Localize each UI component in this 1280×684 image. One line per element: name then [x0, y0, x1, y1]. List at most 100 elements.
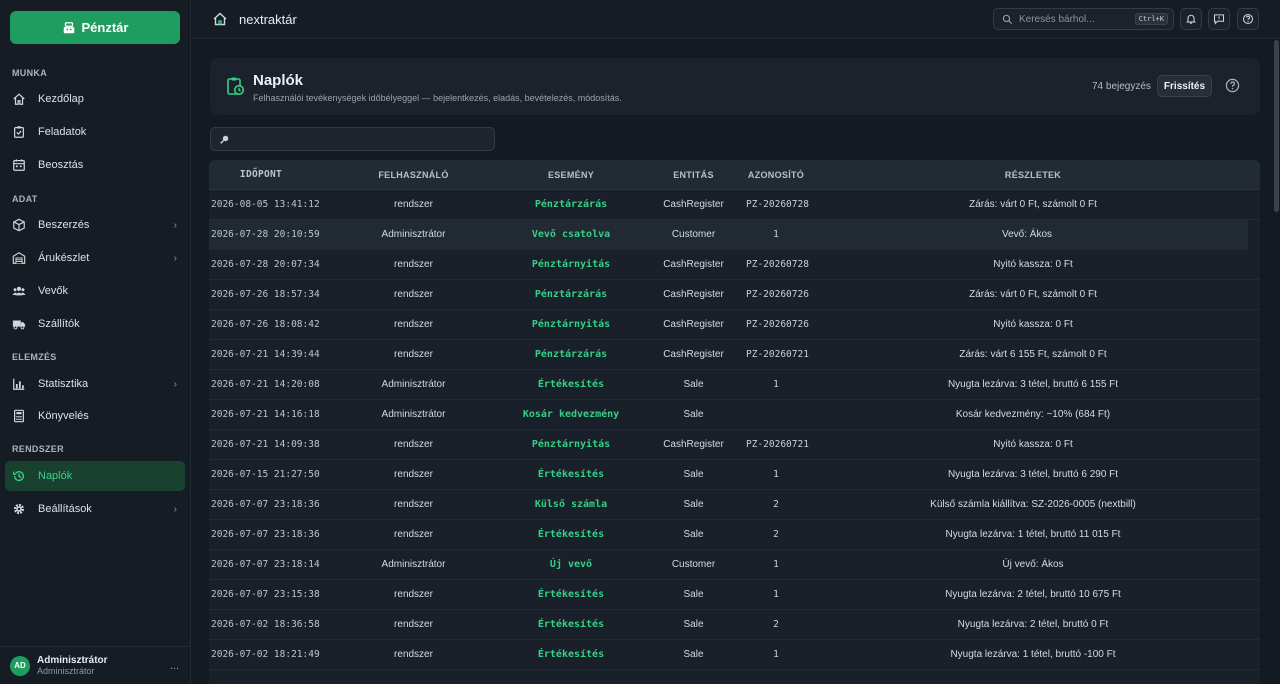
- row-user: rendszer: [394, 619, 433, 630]
- box-icon: [12, 218, 26, 232]
- row-time: 2026-07-26 18:08:42: [211, 319, 320, 330]
- column-header-event[interactable]: ESEMÉNY: [501, 170, 641, 180]
- more-options-icon[interactable]: ...: [170, 660, 179, 672]
- sidebar-item-beszerzes[interactable]: Beszerzés ›: [5, 210, 185, 240]
- row-id: 1: [773, 559, 779, 570]
- row-time: 2026-08-05 13:41:12: [211, 199, 320, 210]
- sidebar-item-beallitasok[interactable]: Beállítások ›: [5, 494, 185, 524]
- row-time: 2026-07-28 20:10:59: [211, 229, 320, 240]
- row-entity: Sale: [683, 469, 704, 480]
- row-details: Zárás: várt 0 Ft, számolt 0 Ft: [969, 289, 1097, 300]
- table-row[interactable]: 2026-07-26 18:57:34 rendszer Pénztárzárás C…: [209, 280, 1260, 310]
- sidebar-item-szallitok[interactable]: Szállítók: [5, 309, 185, 339]
- column-header-entity[interactable]: ENTITÁS: [641, 170, 746, 180]
- row-event: Pénztárnyitás: [531, 319, 611, 330]
- sidebar-item-naplok[interactable]: Naplók: [5, 461, 185, 491]
- row-details: Nyugta lezárva: 2 tétel, bruttó 10 675 F…: [945, 589, 1121, 600]
- log-filter-input[interactable]: [236, 133, 486, 145]
- sidebar-item-beosztas[interactable]: Beosztás: [5, 150, 185, 180]
- row-time: 2026-07-21 14:09:38: [211, 439, 320, 450]
- row-event: Új vevő: [549, 559, 593, 570]
- row-details: Nyugta lezárva: 3 tétel, bruttó 6 290 Ft: [947, 469, 1119, 480]
- row-entity: Sale: [683, 529, 704, 540]
- table-row[interactable]: 2026-07-15 21:27:50 rendszer Értékesítés Sa…: [209, 460, 1260, 490]
- sidebar-item-label: Beszerzés: [38, 219, 90, 231]
- row-time: 2026-07-21 14:39:44: [211, 349, 320, 360]
- help-icon[interactable]: [1225, 78, 1240, 93]
- table-row[interactable]: 2026-07-07 23:18:14 Adminisztrátor Új vevő…: [209, 550, 1260, 580]
- log-table: IDŐPONT FELHASZNÁLÓ ESEMÉNY ENTITÁS AZON…: [209, 160, 1260, 684]
- feedback-button[interactable]: [1208, 8, 1230, 30]
- home-outline-icon[interactable]: [212, 11, 228, 27]
- pos-button[interactable]: Pénztár: [10, 11, 180, 44]
- table-row[interactable]: 2026-07-21 14:39:44 rendszer Pénztárzárás C…: [209, 340, 1260, 370]
- sidebar: Pénztár MUNKA Kezdőlap Feladatok Beosztá…: [0, 0, 191, 684]
- row-user: rendszer: [394, 289, 433, 300]
- log-filter-field[interactable]: [210, 127, 495, 151]
- table-row[interactable]: 2026-07-28 20:07:34 rendszer Pénztárnyitás…: [209, 250, 1260, 280]
- sidebar-item-vevok[interactable]: Vevők: [5, 276, 185, 306]
- row-user: Adminisztrátor: [381, 229, 446, 240]
- table-row[interactable]: 2026-07-07 23:15:38 rendszer Értékesítés Sa…: [209, 580, 1260, 610]
- row-details: Nyugta lezárva: 1 tétel, bruttó 11 015 F…: [945, 529, 1121, 540]
- row-entity: Sale: [683, 409, 704, 420]
- global-search-input[interactable]: Keresés bárhol... Ctrl+K: [993, 8, 1174, 30]
- row-user: rendszer: [394, 439, 433, 450]
- bell-icon: [1185, 14, 1197, 24]
- sidebar-item-konyveles[interactable]: Könyvelés: [5, 401, 185, 431]
- row-entity: Sale: [683, 619, 704, 630]
- table-row[interactable]: 2026-08-05 13:41:12 rendszer Pénztárzárás C…: [209, 190, 1260, 220]
- column-header-time[interactable]: IDŐPONT: [211, 169, 311, 180]
- sidebar-item-statisztika[interactable]: Statisztika ›: [5, 369, 185, 399]
- section-label-munka: MUNKA: [12, 68, 47, 78]
- table-row[interactable]: 2026-07-07 23:18:36 rendszer Külső számla S…: [209, 490, 1260, 520]
- sidebar-item-feladatok[interactable]: Feladatok: [5, 117, 185, 147]
- clipboard-clock-icon: [227, 77, 245, 96]
- row-id: PZ-20260728: [746, 199, 809, 210]
- row-time: 2026-07-07 23:18:36: [211, 529, 320, 540]
- column-header-user[interactable]: FELHASZNÁLÓ: [326, 170, 501, 180]
- column-header-id[interactable]: AZONOSÍTÓ: [746, 170, 806, 180]
- table-row[interactable]: 2026-07-02 18:21:49 rendszer Értékesítés Sa…: [209, 640, 1260, 670]
- row-time: 2026-07-02 18:21:49: [211, 649, 320, 660]
- row-details: Külső számla kiállítva: SZ-2026-0005 (ne…: [930, 499, 1136, 510]
- table-row[interactable]: 2026-07-21 14:09:38 rendszer Pénztárnyitás…: [209, 430, 1260, 460]
- refresh-button[interactable]: Frissítés: [1157, 75, 1212, 97]
- row-user: rendszer: [394, 529, 433, 540]
- cash-register-icon: [63, 21, 74, 33]
- row-entity: CashRegister: [663, 439, 724, 450]
- row-id: 1: [773, 379, 779, 390]
- user-footer[interactable]: AD Adminisztrátor Adminisztrátor ...: [0, 646, 191, 684]
- column-header-details[interactable]: RÉSZLETEK: [806, 170, 1260, 180]
- row-user: rendszer: [394, 199, 433, 210]
- notifications-button[interactable]: [1180, 8, 1202, 30]
- table-row[interactable]: 2026-07-21 14:16:18 Adminisztrátor Kosár k…: [209, 400, 1260, 430]
- row-event: Pénztárzárás: [534, 289, 608, 300]
- row-event: Értékesítés: [537, 529, 605, 540]
- section-label-rendszer: RENDSZER: [12, 444, 64, 454]
- row-details: Kosár kedvezmény: −10% (684 Ft): [955, 409, 1111, 420]
- table-row[interactable]: 2026-07-02 18:36:58 rendszer Értékesítés Sa…: [209, 610, 1260, 640]
- table-row[interactable]: 2026-07-21 14:20:08 Adminisztrátor Értékes…: [209, 370, 1260, 400]
- row-id: PZ-20260726: [746, 319, 809, 330]
- row-event: Értékesítés: [537, 589, 605, 600]
- gear-icon: [12, 502, 26, 516]
- table-row[interactable]: 2026-07-26 18:08:42 rendszer Pénztárnyitás…: [209, 310, 1260, 340]
- entry-count: 74 bejegyzés: [1092, 81, 1151, 92]
- row-details: Nyitó kassza: 0 Ft: [993, 259, 1073, 270]
- help-button[interactable]: [1237, 8, 1259, 30]
- row-id: PZ-20260721: [746, 439, 809, 450]
- table-row[interactable]: 2026-07-07 23:18:36 rendszer Értékesítés Sa…: [209, 520, 1260, 550]
- row-user: rendszer: [394, 469, 433, 480]
- page-scrollbar[interactable]: [1274, 40, 1279, 212]
- sidebar-item-arukeszlet[interactable]: Árukészlet ›: [5, 243, 185, 273]
- search-icon: [1002, 14, 1013, 24]
- sidebar-item-label: Beosztás: [38, 159, 84, 171]
- sidebar-item-label: Árukészlet: [38, 252, 90, 264]
- help-icon: [1242, 13, 1254, 25]
- table-row[interactable]: 2026-07-28 20:10:59 Adminisztrátor Vevő cs…: [209, 220, 1248, 250]
- sidebar-item-kezdolap[interactable]: Kezdőlap: [5, 84, 185, 114]
- chevron-right-icon: ›: [173, 252, 177, 264]
- row-entity: Sale: [683, 379, 704, 390]
- row-details: Nyitó kassza: 0 Ft: [993, 319, 1073, 330]
